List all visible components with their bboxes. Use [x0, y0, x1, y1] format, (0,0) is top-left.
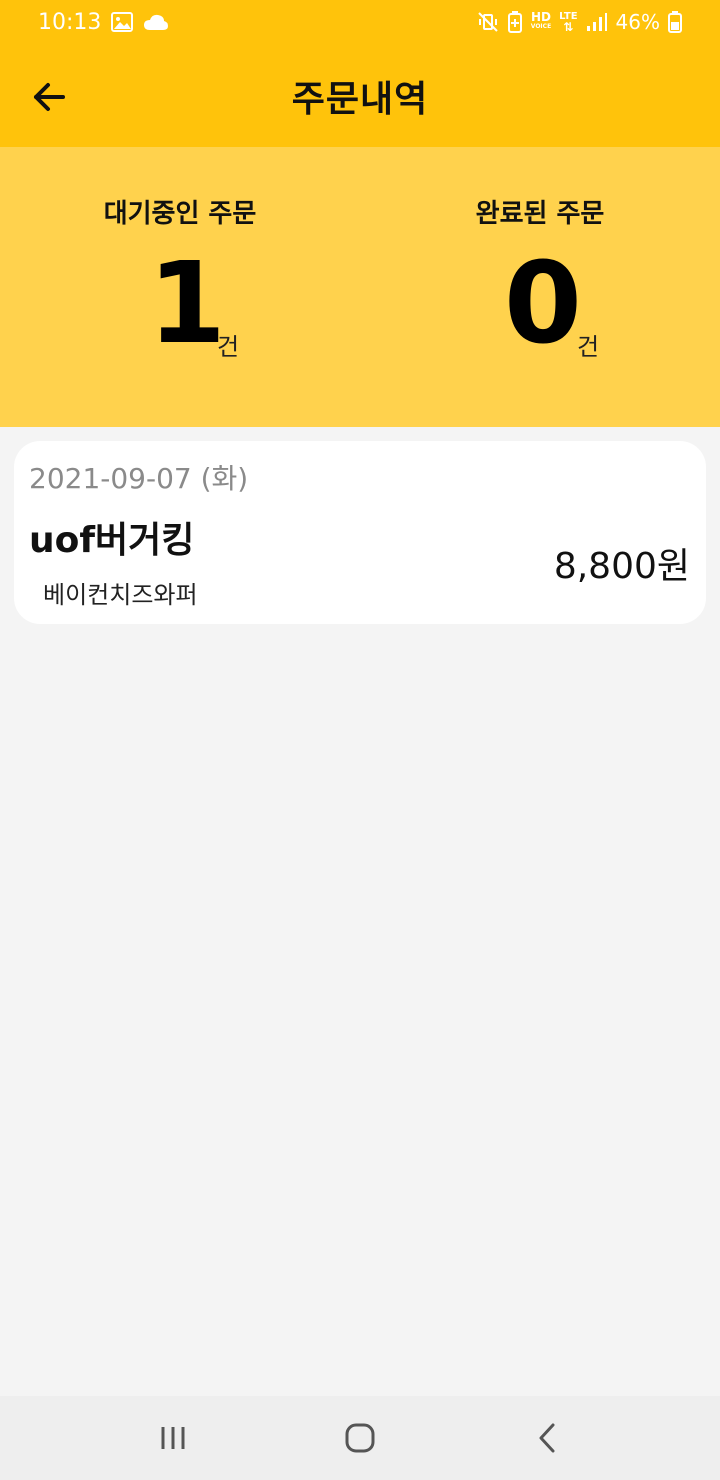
- order-price: 8,800원: [553, 546, 690, 587]
- pending-orders-label: 대기중인 주문: [103, 199, 257, 229]
- recent-apps-icon: [161, 1427, 185, 1449]
- recent-apps-button[interactable]: [143, 1408, 203, 1468]
- home-button[interactable]: [330, 1408, 390, 1468]
- lte-icon: LTE ⇅: [559, 12, 577, 34]
- back-icon: [539, 1423, 555, 1453]
- status-time: 10:13: [38, 9, 102, 35]
- battery-saver-icon: [507, 11, 523, 33]
- order-summary: 대기중인 주문 1 건 완료된 주문 0 건: [0, 147, 720, 427]
- completed-orders-summary: 완료된 주문 0 건: [360, 147, 720, 427]
- network-type-icon: HD VOICE: [530, 10, 552, 32]
- data-arrows-icon: ⇅: [563, 20, 574, 34]
- signal-icon: [586, 12, 608, 32]
- status-left: 10:13: [38, 10, 169, 35]
- status-right: HD VOICE LTE ⇅ 46%: [477, 10, 682, 34]
- home-icon: [345, 1423, 375, 1453]
- battery-percent: 46%: [615, 10, 660, 34]
- order-date: 2021-09-07 (화): [29, 462, 249, 495]
- system-nav-bar: [0, 1396, 720, 1480]
- page-title: 주문내역: [291, 78, 429, 120]
- order-item-name: 베이컨치즈와퍼: [43, 581, 198, 609]
- app-header: 주문내역: [0, 44, 720, 147]
- completed-orders-label: 완료된 주문: [475, 199, 605, 229]
- completed-orders-unit: 건: [577, 333, 600, 361]
- network-voice-label: VOICE: [530, 23, 552, 30]
- network-hd-label: HD: [530, 10, 551, 24]
- pending-orders-unit: 건: [217, 333, 240, 361]
- pending-orders-summary: 대기중인 주문 1 건: [0, 147, 360, 427]
- order-card[interactable]: 2021-09-07 (화) uof버거킹 베이컨치즈와퍼 8,800원: [14, 441, 706, 624]
- battery-icon: [668, 11, 682, 33]
- arrow-left-icon: [34, 83, 65, 111]
- pending-orders-count: 1: [148, 239, 226, 369]
- completed-orders-count: 0: [504, 239, 582, 369]
- cloud-icon: [143, 13, 169, 31]
- vibrate-mute-icon: [477, 11, 499, 33]
- image-icon: [111, 12, 134, 32]
- nav-back-button[interactable]: [517, 1408, 577, 1468]
- back-button[interactable]: [26, 74, 72, 120]
- order-store-name: uof버거킹: [29, 520, 195, 561]
- status-bar: 10:13 HD VOICE LTE ⇅ 46%: [0, 0, 720, 44]
